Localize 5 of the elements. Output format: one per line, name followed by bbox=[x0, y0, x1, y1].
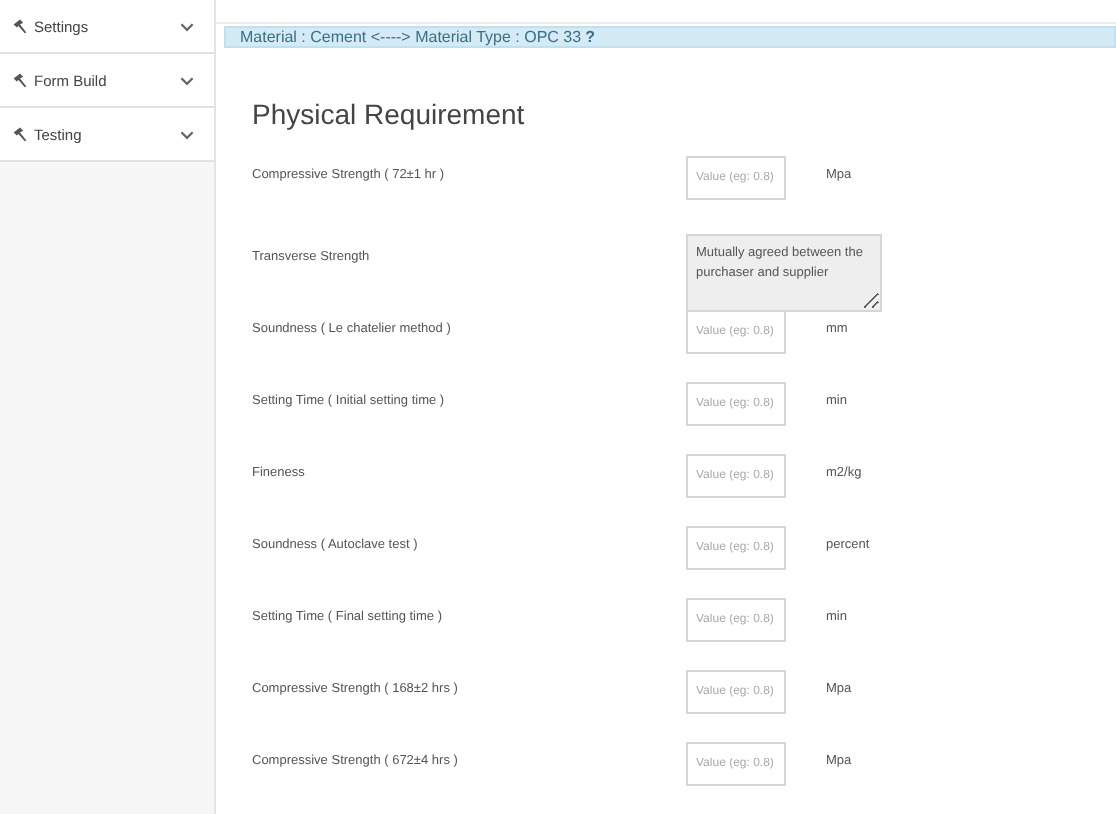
hammer-icon bbox=[12, 72, 28, 88]
hammer-icon bbox=[12, 126, 28, 142]
section-title: Physical Requirement bbox=[252, 98, 527, 130]
hammer-icon bbox=[12, 18, 28, 34]
info-banner: Material : Cement <----> Material Type : OPC 33 ? bbox=[224, 26, 1116, 48]
